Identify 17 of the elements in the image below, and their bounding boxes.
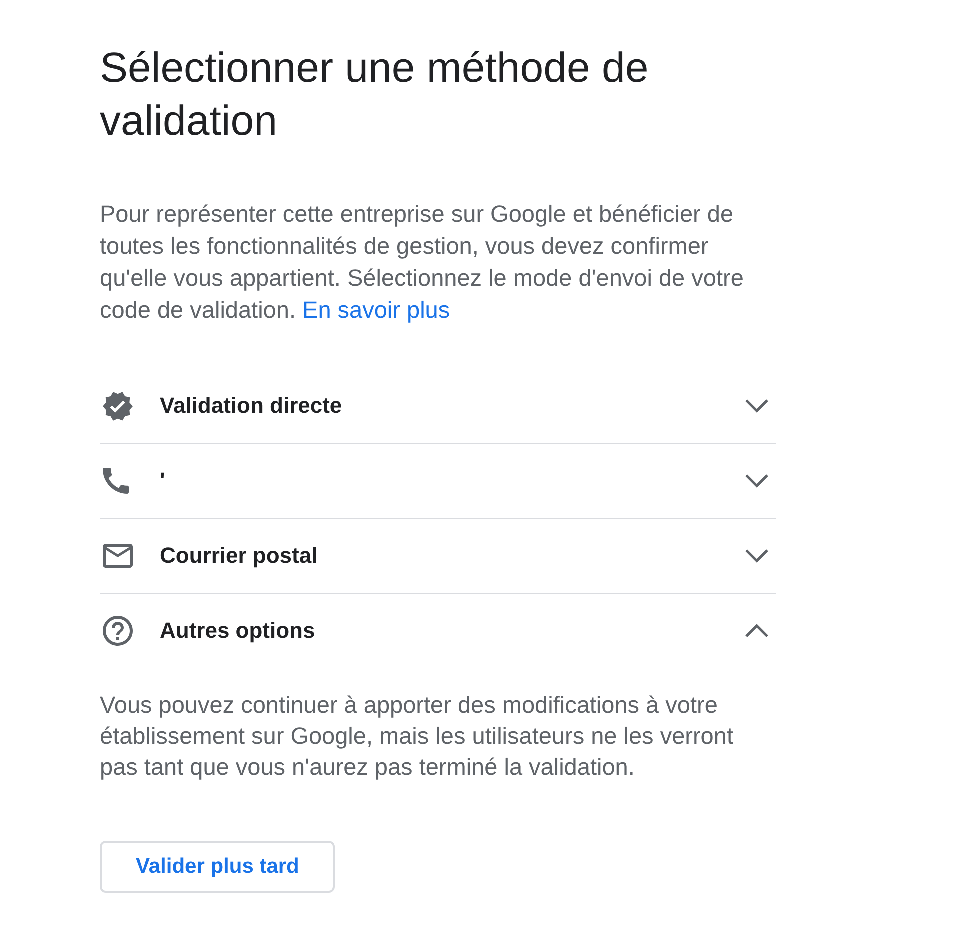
details-paragraph: Vous pouvez continuer à apporter des modifications à votre établissement sur Google, mais les utilisateurs ne les verront pas tant que vous n'aurez pas terminé la validation. — [100, 691, 734, 782]
envelope-icon — [103, 544, 133, 568]
method-label[interactable]: ' — [160, 468, 745, 494]
chevron-down-icon[interactable] — [745, 549, 769, 563]
chevron-down-icon[interactable] — [745, 474, 769, 488]
page-title: Sélectionner une méthode de validation — [100, 43, 650, 146]
learn-more-link[interactable]: En savoir plus — [302, 297, 450, 323]
chevron-down-icon[interactable] — [745, 399, 769, 413]
verified-badge-icon — [103, 392, 133, 420]
validate-later-button[interactable]: Valider plus tard — [100, 841, 336, 893]
chevron-up-icon[interactable] — [745, 624, 769, 638]
method-label[interactable]: Courrier postal — [160, 543, 745, 569]
method-label[interactable]: Validation directe — [160, 393, 745, 419]
intro-paragraph: Pour représenter cette entreprise sur Google et bénéficier de toutes les fonctionnalités de gestion, vous devez confirmer qu'elle vous appartient. Sélectionnez le mode d'envoi de votre code de validation. En savoir plus — [100, 200, 745, 325]
help-icon — [103, 616, 133, 646]
phone-icon — [103, 468, 129, 494]
method-label[interactable]: Autres options — [160, 618, 745, 644]
